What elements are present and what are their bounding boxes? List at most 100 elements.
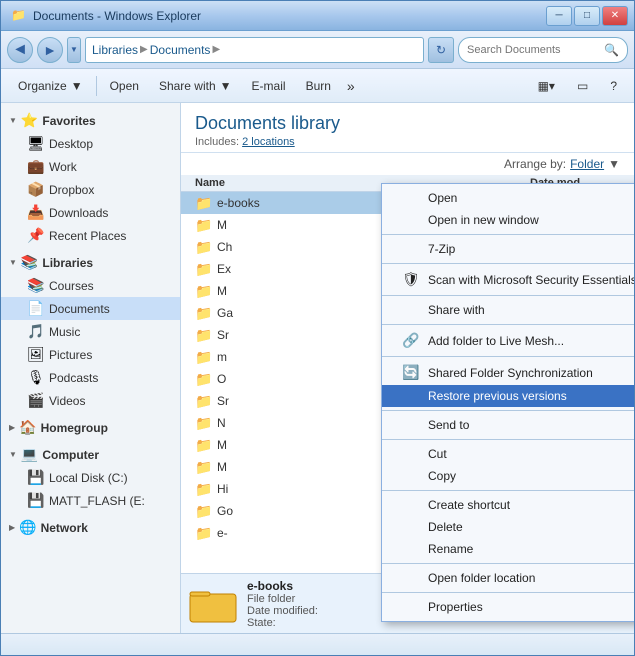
file-name-text: M <box>217 438 227 452</box>
ctx-item-shared-folder-sync[interactable]: 🔄 Shared Folder Synchronization ▶ <box>382 360 634 385</box>
sidebar-group-libraries[interactable]: ▼ 📚 Libraries <box>1 251 180 274</box>
search-input[interactable] <box>467 44 600 56</box>
sidebar-desktop-label: Desktop <box>49 137 93 151</box>
sidebar-item-courses[interactable]: 📚 Courses <box>1 274 180 297</box>
file-name-text: O <box>217 372 226 386</box>
ctx-label: Shared Folder Synchronization <box>428 366 593 380</box>
sidebar-item-matt-flash[interactable]: 💾 MATT_FLASH (E: <box>1 489 180 512</box>
network-icon: 🌐 <box>19 519 36 536</box>
ctx-item-create-shortcut[interactable]: Create shortcut <box>382 494 634 516</box>
ctx-item-left: 🛡 Scan with Microsoft Security Essential… <box>402 271 634 288</box>
sidebar-item-pictures[interactable]: 🖼 Pictures <box>1 343 180 366</box>
ctx-item-open-new-window[interactable]: Open in new window <box>382 209 634 231</box>
sidebar-item-desktop[interactable]: 🖥 Desktop <box>1 132 180 155</box>
folder-thumbnail <box>189 584 237 624</box>
ctx-item-left: Create shortcut <box>402 498 510 512</box>
sidebar-group-favorites[interactable]: ▼ ⭐ Favorites <box>1 109 180 132</box>
ctx-item-share-with[interactable]: Share with ▶ <box>382 299 634 321</box>
folder-icon: 📁 <box>195 349 211 366</box>
arrange-arrow-icon: ▼ <box>608 157 620 171</box>
maximize-button[interactable]: □ <box>574 6 600 26</box>
address-arrow-1: ▶ <box>140 44 148 55</box>
locations-link[interactable]: 2 locations <box>242 136 295 148</box>
sidebar-item-videos[interactable]: 🎬 Videos <box>1 389 180 412</box>
folder-icon: 📁 <box>195 195 211 212</box>
minimize-button[interactable]: ─ <box>546 6 572 26</box>
address-parts: Libraries ▶ Documents ▶ <box>92 43 417 57</box>
downloads-icon: 📥 <box>27 204 43 221</box>
ctx-item-rename[interactable]: Rename <box>382 538 634 560</box>
ctx-item-open-folder-location[interactable]: Open folder location <box>382 567 634 589</box>
ctx-item-send-to[interactable]: Send to ▶ <box>382 414 634 436</box>
search-box[interactable]: 🔍 <box>458 37 628 63</box>
open-button[interactable]: Open <box>101 73 148 99</box>
file-name-text: e-books <box>217 196 260 210</box>
forward-button[interactable]: ► <box>37 37 63 63</box>
ctx-label: Cut <box>428 447 447 461</box>
ctx-label: Send to <box>428 418 469 432</box>
sidebar-item-documents[interactable]: 📄 Documents <box>1 297 180 320</box>
help-button[interactable]: ? <box>601 73 626 99</box>
file-name-text: Ch <box>217 240 232 254</box>
arrange-label: Arrange by: <box>504 157 566 171</box>
ctx-item-restore[interactable]: Restore previous versions <box>382 385 634 407</box>
sidebar-item-recent-places[interactable]: 📌 Recent Places <box>1 224 180 247</box>
sidebar-section-network: ▶ 🌐 Network <box>1 516 180 539</box>
sidebar-podcasts-label: Podcasts <box>49 371 98 385</box>
arrange-value[interactable]: Folder <box>570 157 604 171</box>
favorites-triangle-icon: ▼ <box>9 116 17 125</box>
preview-button[interactable]: ▭ <box>568 73 597 99</box>
sidebar-group-homegroup[interactable]: ▶ 🏠 Homegroup <box>1 416 180 439</box>
ctx-item-delete[interactable]: Delete <box>382 516 634 538</box>
ctx-item-left: 7-Zip <box>402 242 455 256</box>
ctx-item-scan[interactable]: 🛡 Scan with Microsoft Security Essential… <box>382 267 634 292</box>
sidebar-item-music[interactable]: 🎵 Music <box>1 320 180 343</box>
views-button[interactable]: ▦▾ <box>529 73 564 99</box>
bottom-filename: e-books <box>247 579 318 593</box>
sidebar-item-work[interactable]: 💼 Work <box>1 155 180 178</box>
sidebar-item-downloads[interactable]: 📥 Downloads <box>1 201 180 224</box>
ctx-item-properties[interactable]: Properties <box>382 596 634 618</box>
refresh-button[interactable]: ↻ <box>428 37 454 63</box>
back-button[interactable]: ◄ <box>7 37 33 63</box>
burn-button[interactable]: Burn <box>297 73 340 99</box>
sidebar-item-local-disk[interactable]: 💾 Local Disk (C:) <box>1 466 180 489</box>
sidebar-item-podcasts[interactable]: 🎙 Podcasts <box>1 366 180 389</box>
sidebar-group-network[interactable]: ▶ 🌐 Network <box>1 516 180 539</box>
bottom-state-label: State: <box>247 617 318 629</box>
toolbar: Organize ▼ Open Share with ▼ E-mail Burn… <box>1 69 634 103</box>
ctx-item-left: Send to <box>402 418 469 432</box>
folder-icon: 📁 <box>195 305 211 322</box>
sidebar-documents-label: Documents <box>49 302 110 316</box>
folder-icon: 📁 <box>195 481 211 498</box>
address-bar[interactable]: Libraries ▶ Documents ▶ <box>85 37 424 63</box>
pictures-icon: 🖼 <box>27 346 43 363</box>
sidebar-dropbox-label: Dropbox <box>49 183 94 197</box>
dropbox-icon: 📦 <box>27 181 43 198</box>
ctx-icon: 🔄 <box>402 364 422 381</box>
more-button[interactable]: » <box>342 73 360 99</box>
work-icon: 💼 <box>27 158 43 175</box>
share-with-button[interactable]: Share with ▼ <box>150 73 241 99</box>
ctx-item-left: Open in new window <box>402 213 539 227</box>
sidebar-group-computer[interactable]: ▼ 💻 Computer <box>1 443 180 466</box>
address-part-libraries[interactable]: Libraries <box>92 43 138 57</box>
close-button[interactable]: ✕ <box>602 6 628 26</box>
ctx-item-7zip[interactable]: 7-Zip ▶ <box>382 238 634 260</box>
address-part-documents[interactable]: Documents <box>150 43 211 57</box>
file-name-text: e- <box>217 526 228 540</box>
ctx-item-add-live-mesh[interactable]: 🔗 Add folder to Live Mesh... <box>382 328 634 353</box>
organize-button[interactable]: Organize ▼ <box>9 73 92 99</box>
sidebar-item-dropbox[interactable]: 📦 Dropbox <box>1 178 180 201</box>
email-label: E-mail <box>252 79 286 93</box>
sidebar-recent-label: Recent Places <box>49 229 126 243</box>
ctx-item-cut[interactable]: Cut <box>382 443 634 465</box>
content-header: Documents library Includes: 2 locations <box>181 103 634 153</box>
nav-dropdown-button[interactable]: ▼ <box>67 37 81 63</box>
ctx-item-copy[interactable]: Copy <box>382 465 634 487</box>
window-icon: 📁 <box>11 8 27 24</box>
ctx-item-open[interactable]: Open <box>382 187 634 209</box>
email-button[interactable]: E-mail <box>243 73 295 99</box>
nav-bar: ◄ ► ▼ Libraries ▶ Documents ▶ ↻ 🔍 <box>1 31 634 69</box>
file-name-text: Ex <box>217 262 231 276</box>
